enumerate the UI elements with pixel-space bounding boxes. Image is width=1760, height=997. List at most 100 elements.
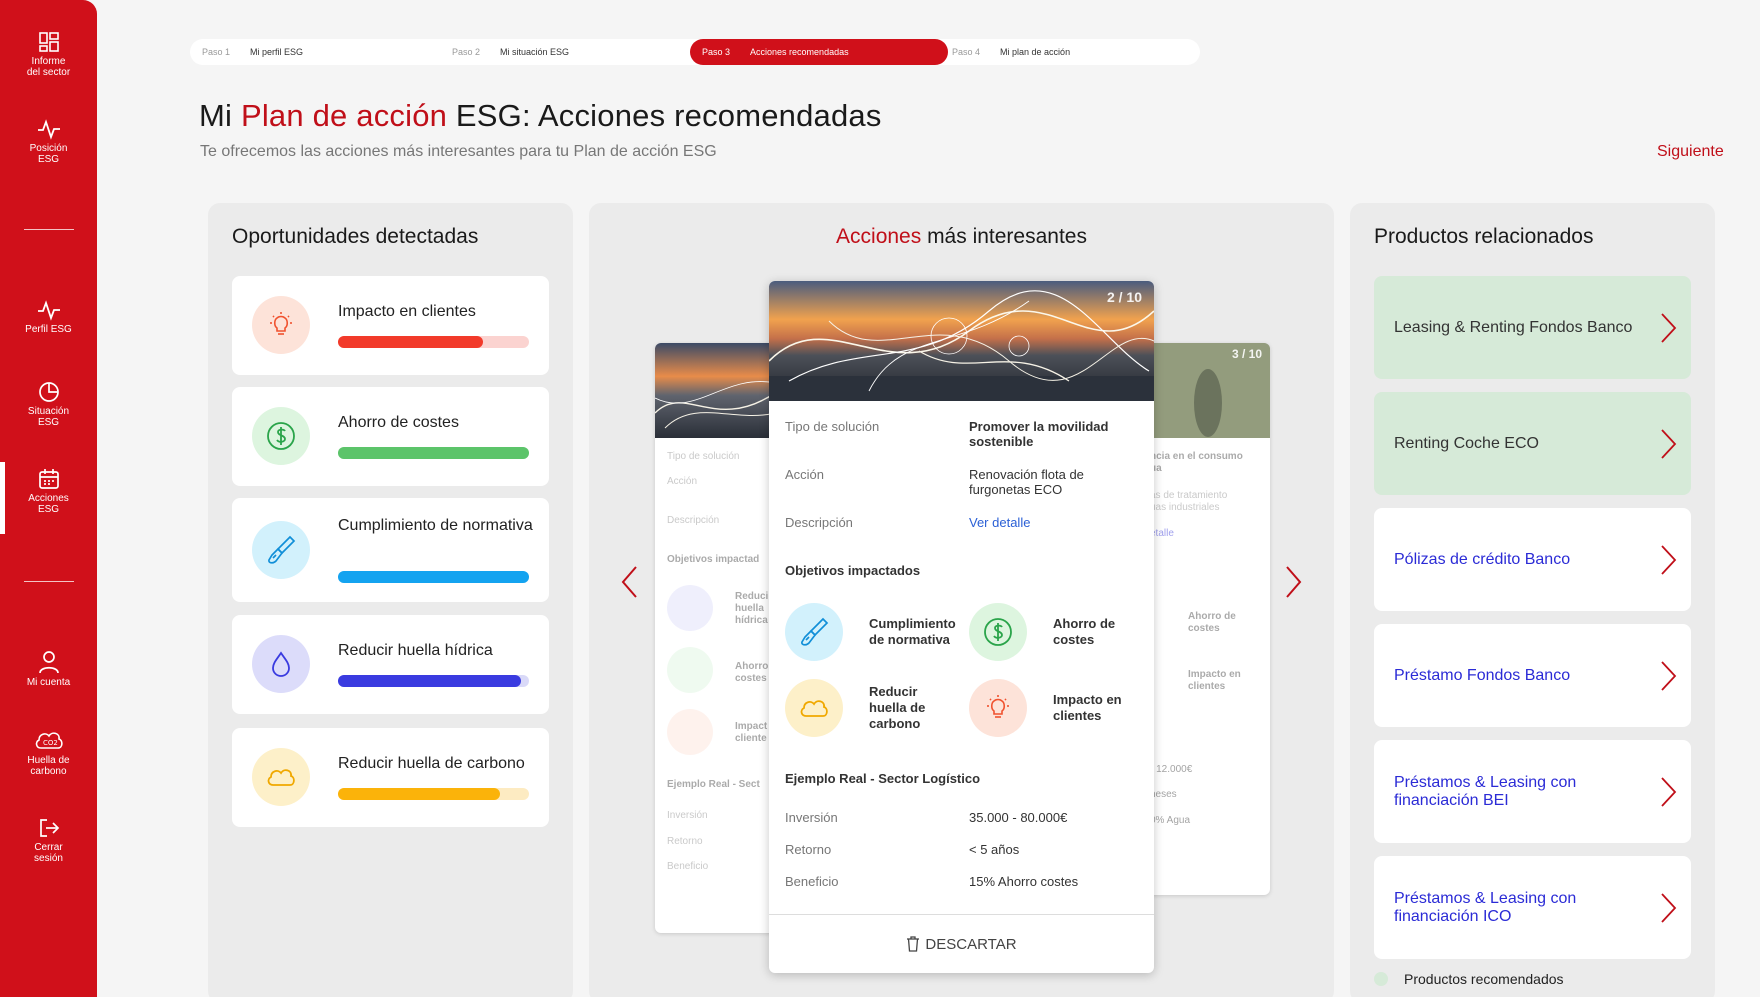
- discard-button[interactable]: DESCARTAR: [769, 914, 1154, 973]
- carousel-card-prev[interactable]: Tipo de solución Acción Descripción Obje…: [655, 343, 775, 933]
- card-text: Beneficio: [667, 861, 709, 872]
- brush-icon: [268, 535, 296, 564]
- step-number: Paso 4: [952, 47, 981, 57]
- brush-icon: [801, 617, 829, 646]
- product-card[interactable]: Leasing & Renting Fondos Banco: [1374, 276, 1691, 379]
- card-text: Reduci huella hídrica: [735, 591, 768, 627]
- step-label: Acciones recomendadas: [750, 47, 849, 57]
- card-text: Ahorro costes: [735, 661, 768, 685]
- pie-chart-icon: [38, 382, 59, 402]
- objetivo-label: Ahorro de costes: [1053, 616, 1116, 647]
- drop-icon: [667, 585, 713, 631]
- legend-dot: [1374, 972, 1388, 986]
- nav-huella-carbono[interactable]: CO2 Huella de carbono: [0, 728, 97, 777]
- card-text: Acción: [667, 476, 698, 487]
- nav-acciones-esg[interactable]: Acciones ESG: [0, 462, 97, 534]
- card-text: Impacto en clientes: [1188, 669, 1241, 693]
- chevron-right-icon: [1286, 566, 1302, 598]
- nav-perfil-esg[interactable]: Perfil ESG: [0, 299, 97, 335]
- nav-label: del sector: [26, 67, 71, 78]
- co2-cloud-icon: CO2: [35, 732, 63, 749]
- title-part: más interesantes: [921, 225, 1087, 248]
- pulse-icon: [37, 300, 60, 321]
- products-panel: Productos relacionados Leasing & Renting…: [1350, 203, 1715, 997]
- title-part: Mi: [199, 98, 241, 133]
- opportunity-card: Impacto en clientes: [232, 276, 549, 375]
- card-text: Tipo de solución: [667, 451, 740, 462]
- opportunity-label: Reducir huella hídrica: [338, 642, 493, 659]
- card-text-part: huella: [735, 603, 764, 614]
- progress-fill: [338, 336, 484, 348]
- chevron-right-icon: [1661, 313, 1677, 343]
- legend-label: Productos recomendados: [1404, 971, 1564, 987]
- step-number: Paso 3: [702, 47, 731, 57]
- pulse-icon: [37, 119, 60, 140]
- opportunities-panel: Oportunidades detectadas Impacto en clie…: [208, 203, 573, 997]
- product-card[interactable]: Préstamos & Leasing con financiación ICO: [1374, 856, 1691, 959]
- product-card[interactable]: Pólizas de crédito Banco: [1374, 508, 1691, 611]
- card-text: as de tratamiento uas industriales: [1150, 490, 1227, 514]
- carousel-next-button[interactable]: [1283, 565, 1303, 604]
- card-text-part: Impacto en: [1188, 669, 1241, 680]
- progress-track: [338, 447, 529, 459]
- inversion-label: Inversión: [785, 810, 838, 825]
- step-2[interactable]: Paso 2 Mi situación ESG: [440, 39, 690, 65]
- nav-label: Mi cuenta: [26, 677, 71, 688]
- retorno-label: Retorno: [785, 842, 832, 857]
- card-text-part: uas industriales: [1150, 502, 1220, 513]
- product-card[interactable]: Préstamo Fondos Banco: [1374, 624, 1691, 727]
- panel-title: Productos relacionados: [1374, 225, 1594, 248]
- card-text-part: costes: [735, 673, 767, 684]
- carousel-card-next[interactable]: 3 / 10 ncia en el consumo ua as de tratam…: [1148, 343, 1270, 895]
- carousel-card-current[interactable]: 2 / 10 Tipo de solución Promover la movi…: [769, 281, 1154, 973]
- step-3[interactable]: Paso 3 Acciones recomendadas: [690, 39, 948, 65]
- nav-label: ESG: [37, 504, 60, 515]
- card-counter: 2 / 10: [1106, 289, 1142, 305]
- nav-label: ESG: [37, 417, 60, 428]
- nav-cerrar-sesion[interactable]: Cerrar sesión: [0, 817, 97, 864]
- page-subtitle: Te ofrecemos las acciones más interesant…: [200, 143, 717, 160]
- chevron-right-icon: [1661, 777, 1677, 807]
- card-text: - 12.000€: [1150, 764, 1193, 775]
- step-4[interactable]: Paso 4 Mi plan de acción: [940, 39, 1190, 65]
- opportunity-icon-wrap: [252, 407, 310, 465]
- product-label: Pólizas de crédito Banco: [1394, 550, 1571, 568]
- step-label: Mi perfil ESG: [250, 47, 304, 57]
- objetivo-icon-wrap: [785, 679, 843, 737]
- nav-mi-cuenta[interactable]: Mi cuenta: [0, 650, 97, 688]
- nav-posicion-esg[interactable]: Posición ESG: [0, 118, 97, 165]
- chevron-right-icon: [1661, 661, 1677, 691]
- beneficio-value: 15% Ahorro costes: [969, 874, 1079, 889]
- card-counter: 3 / 10: [1231, 347, 1262, 361]
- opportunity-card: Cumplimiento de normativa: [232, 498, 549, 602]
- step-1[interactable]: Paso 1 Mi perfil ESG: [190, 39, 440, 65]
- chevron-right-icon: [1661, 893, 1677, 923]
- objetivos-title: Objetivos impactados: [785, 563, 921, 578]
- opportunity-label: Reducir huella de carbono: [338, 755, 525, 772]
- title-part: ESG: Acciones recomendadas: [447, 98, 882, 133]
- nav-situacion-esg[interactable]: Situación ESG: [0, 381, 97, 428]
- card-text-part: Ahorro de: [1188, 611, 1236, 622]
- page-title: Mi Plan de acción ESG: Acciones recomend…: [199, 98, 882, 134]
- nav-label: ESG: [37, 154, 60, 165]
- nav-label: sesión: [34, 853, 63, 864]
- carousel-prev-button[interactable]: [620, 565, 640, 604]
- objetivo-label: Impacto en clientes: [1053, 692, 1122, 723]
- objetivo-icon-wrap: [785, 603, 843, 661]
- lightbulb-icon: [270, 312, 292, 335]
- card-text: ncia en el consumo ua: [1150, 451, 1243, 475]
- drop-icon: [272, 651, 290, 677]
- card-text: Impact cliente: [735, 721, 767, 745]
- product-card[interactable]: Renting Coche ECO: [1374, 392, 1691, 495]
- ver-detalle-link[interactable]: Ver detalle: [969, 515, 1144, 530]
- product-card[interactable]: Préstamos & Leasing con financiación BEI: [1374, 740, 1691, 843]
- card-text-part: Impact: [735, 721, 768, 732]
- step-label: Mi situación ESG: [500, 47, 570, 57]
- card-text: Inversión: [667, 810, 708, 821]
- card-text-part: Reduci: [735, 591, 769, 602]
- nav-informe-sector[interactable]: Informe del sector: [0, 31, 97, 78]
- sidebar: Informe del sector Posición ESG Perfil E…: [0, 0, 97, 997]
- next-link[interactable]: Siguiente: [1657, 143, 1724, 161]
- sidebar-divider: [24, 229, 74, 230]
- descripcion-label: Descripción: [785, 515, 853, 530]
